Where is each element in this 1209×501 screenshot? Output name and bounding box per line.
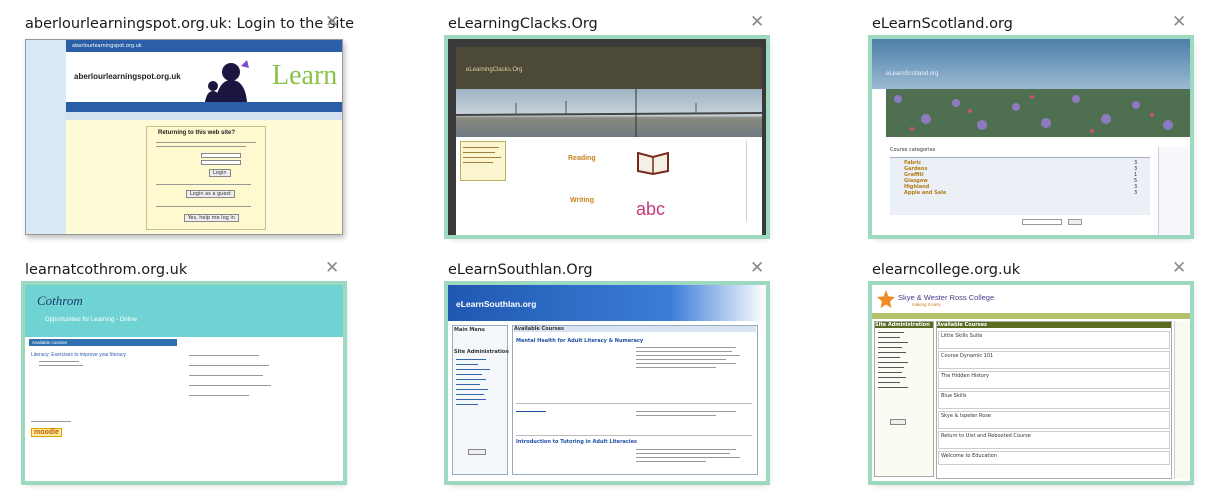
courses-heading: Available Courses: [514, 326, 756, 332]
window-title: elearncollege.org.uk: [872, 262, 1021, 278]
main-menu-heading: Main Menu: [454, 327, 485, 333]
site-name: Skye & Wester Ross College: [898, 293, 995, 302]
close-icon[interactable]: ✕: [1172, 12, 1186, 32]
moodle-logo: moodle: [31, 428, 62, 437]
window-title: eLearningClacks.Org: [448, 16, 598, 32]
writing-link[interactable]: Writing: [570, 197, 594, 204]
site-name: eLearnSouthlan.org: [456, 299, 537, 309]
close-icon[interactable]: ✕: [750, 12, 764, 32]
book-icon: [636, 149, 670, 176]
course-link[interactable]: Mental Health for Adult Literacy & Numer…: [516, 338, 643, 344]
bridge-banner-image: [455, 89, 763, 137]
close-icon[interactable]: ✕: [325, 258, 339, 278]
search-courses-input[interactable]: [1022, 219, 1062, 225]
window-thumbnail-5[interactable]: eLearnSouthlan.Org ✕ eLearnSouthlan.org …: [444, 256, 778, 496]
course-link[interactable]: Skye & Ispeter Rose: [938, 411, 1170, 429]
window-thumbnail-3[interactable]: eLearnScotland.org ✕ eLearnScotland.org …: [868, 10, 1202, 250]
site-name: aberlourlearningspot.org.uk: [74, 72, 181, 81]
window-preview[interactable]: Cothrom Opportunities for Learning - Onl…: [21, 281, 347, 485]
college-star-logo: [876, 289, 896, 309]
search-button[interactable]: [468, 449, 486, 455]
course-link[interactable]: Return to Uist and Rebooted Course: [938, 431, 1170, 449]
learn-logo: Learn: [272, 60, 338, 91]
close-icon[interactable]: ✕: [750, 258, 764, 278]
forgot-password-button[interactable]: Yes, help me log in: [184, 214, 239, 222]
site-name: eLearnScotland.org: [886, 71, 939, 77]
kids-silhouette-image: [201, 58, 261, 102]
window-preview[interactable]: eLearningClacks.Org Reading Writing abc: [444, 35, 770, 239]
category-link[interactable]: Apple and Sale: [904, 190, 946, 196]
window-preview[interactable]: Skye & Wester Ross College making it eas…: [868, 281, 1194, 485]
guest-login-button[interactable]: Login as a guest: [186, 190, 235, 198]
window-title: learnatcothrom.org.uk: [25, 262, 188, 278]
url-bar-text: aberlourlearningspot.org.uk: [72, 43, 142, 49]
close-icon[interactable]: ✕: [325, 12, 339, 32]
site-tagline: Opportunities for Learning - Online: [45, 317, 138, 323]
window-thumbnail-2[interactable]: eLearningClacks.Org ✕ eLearningClacks.Or…: [444, 10, 778, 250]
window-preview[interactable]: aberlourlearningspot.org.uk aberlourlear…: [25, 39, 343, 235]
courses-heading: Available Courses: [937, 322, 1171, 328]
window-thumbnail-6[interactable]: elearncollege.org.uk ✕ Skye & Wester Ros…: [868, 256, 1202, 496]
site-name: Cothrom: [37, 293, 83, 308]
abc-image: abc: [636, 199, 666, 219]
category-count: 3: [1134, 190, 1138, 196]
search-courses-button[interactable]: [1068, 219, 1082, 225]
course-link[interactable]: Course Dynamic 101: [938, 351, 1170, 369]
course-link[interactable]: The Hidden History: [938, 371, 1170, 389]
course-link[interactable]: Literacy: Exercises to improve your lite…: [31, 352, 126, 358]
admin-heading: Site Administration: [454, 349, 509, 355]
admin-heading: Site Administration: [875, 322, 933, 328]
site-name: eLearningClacks.Org: [466, 67, 523, 73]
flower-banner-image: [886, 89, 1190, 137]
category-heading: Course categories: [890, 147, 936, 153]
window-preview[interactable]: eLearnScotland.org Course categories Fab…: [868, 35, 1194, 239]
window-title: eLearnScotland.org: [872, 16, 1013, 32]
window-title: aberlourlearningspot.org.uk: Login to th…: [25, 16, 355, 32]
section-heading: Available courses: [29, 339, 177, 346]
course-link[interactable]: Introduction to Tutoring in Adult Litera…: [516, 439, 637, 445]
window-preview[interactable]: eLearnSouthlan.org Main Menu Site Admini…: [444, 281, 770, 485]
course-link[interactable]: Little Skills Suite: [938, 331, 1170, 349]
window-thumbnail-4[interactable]: learnatcothrom.org.uk ✕ Cothrom Opportun…: [21, 256, 355, 496]
window-thumbnail-1[interactable]: aberlourlearningspot.org.uk: Login to th…: [25, 10, 355, 250]
reading-link[interactable]: Reading: [568, 155, 596, 162]
search-button[interactable]: [890, 419, 906, 425]
login-heading: Returning to this web site?: [158, 130, 236, 136]
course-link[interactable]: Blue Skills: [938, 391, 1170, 409]
login-button[interactable]: Login: [209, 169, 231, 177]
window-title: eLearnSouthlan.Org: [448, 262, 593, 278]
site-subtitle: making it easy: [912, 302, 941, 307]
close-icon[interactable]: ✕: [1172, 258, 1186, 278]
course-link[interactable]: Welcome to Education: [938, 451, 1170, 465]
